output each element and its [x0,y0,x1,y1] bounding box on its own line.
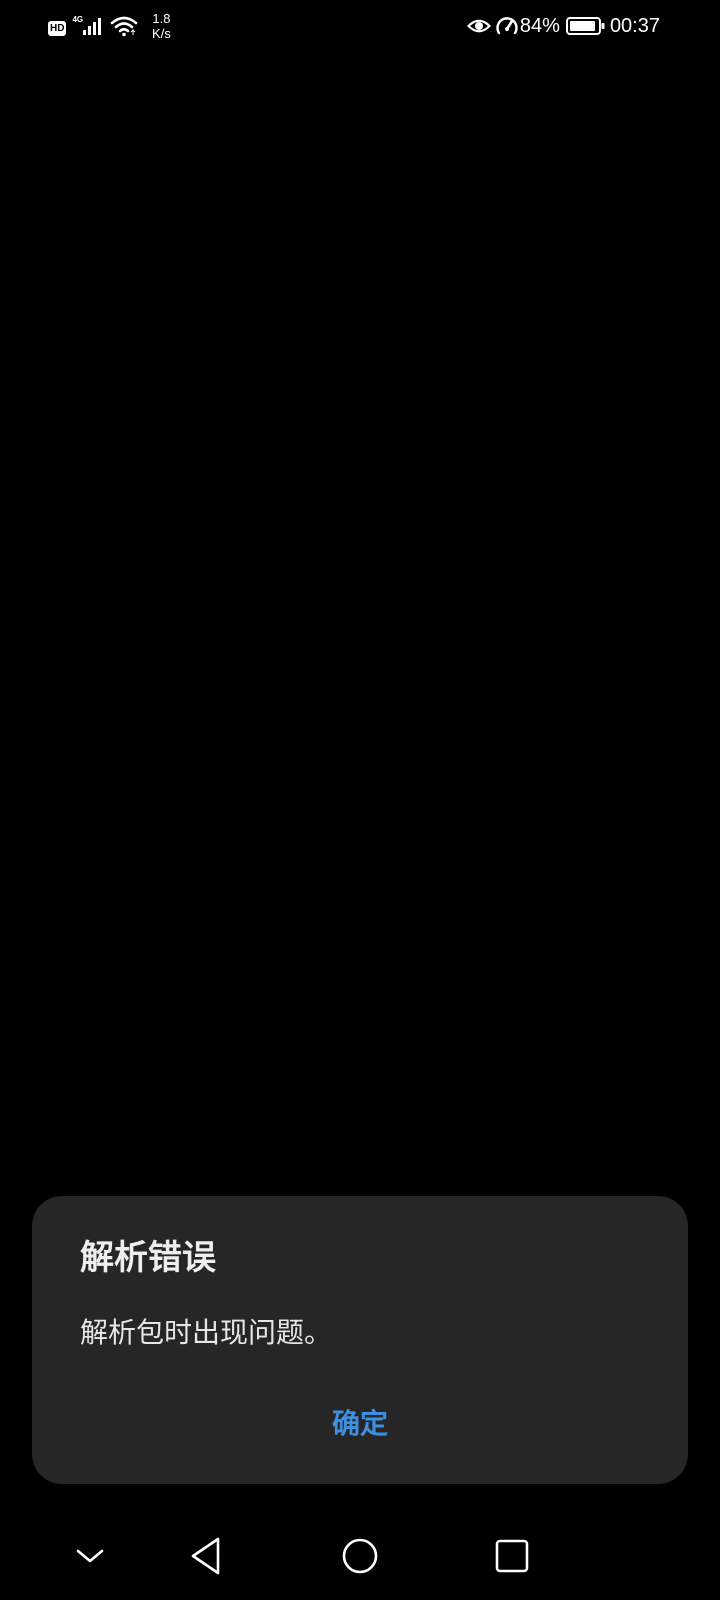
network-speed-value: 1.8 [152,11,171,26]
home-icon [342,1538,378,1574]
back-icon [191,1537,220,1575]
dialog-title: 解析错误 [80,1238,216,1278]
dialog-message: 解析包时出现问题。 [80,1316,333,1349]
recents-button[interactable] [488,1532,536,1580]
battery-icon [565,17,605,35]
hide-navbar-button[interactable] [66,1532,114,1580]
status-bar: HD 4G 1.8 K/s 84% 00:37 [0,0,720,48]
battery-percent: 84% [519,14,560,37]
performance-mode-icon [496,17,518,35]
network-speed: 1.8 K/s [146,11,176,41]
clock: 00:37 [609,14,660,37]
status-bar-right: 84% 00:37 [466,12,660,40]
home-button[interactable] [336,1532,384,1580]
chevron-down-icon [76,1549,104,1563]
ok-button[interactable]: 确定 [260,1396,460,1452]
hd-badge: HD [48,20,67,36]
wifi-icon [111,16,138,37]
parse-error-dialog: 解析错误 解析包时出现问题。 确定 [32,1196,688,1484]
status-bar-left: HD 4G 1.8 K/s [48,10,176,42]
back-button[interactable] [182,1532,230,1580]
eye-comfort-icon [466,19,491,33]
navigation-bar [0,1520,720,1600]
recents-icon [495,1539,529,1573]
cellular-signal-icon: 4G [72,13,106,39]
network-speed-unit: K/s [152,26,171,41]
